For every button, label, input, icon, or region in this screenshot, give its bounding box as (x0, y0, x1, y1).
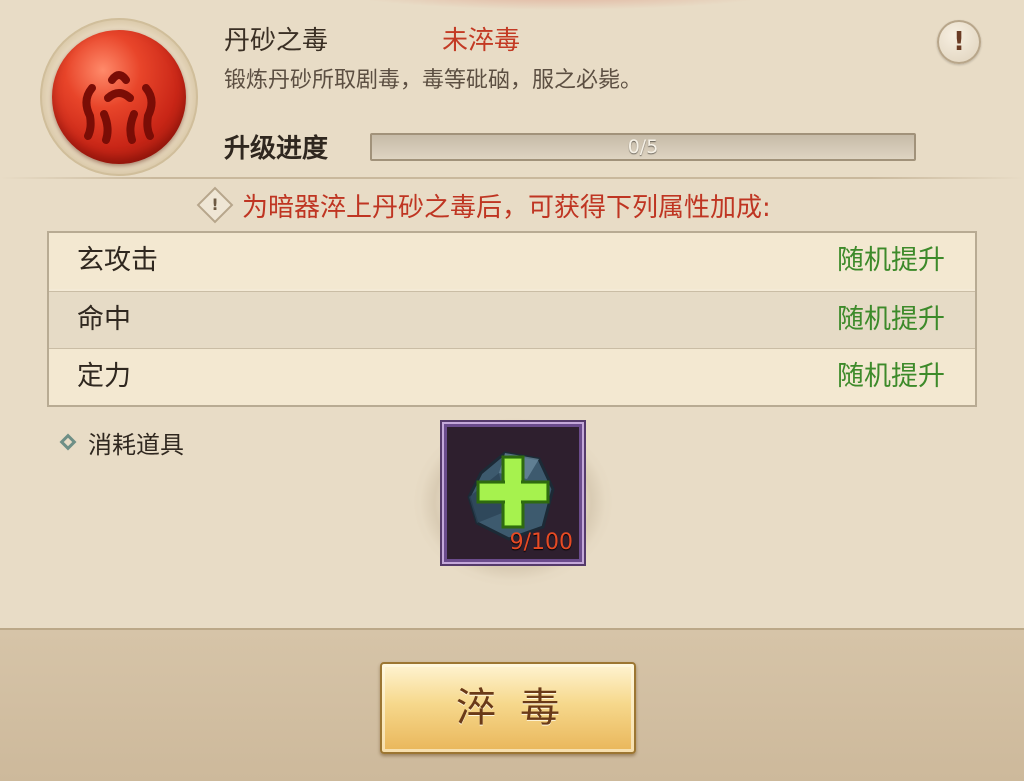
attribute-row: 命中 随机提升 (49, 291, 975, 349)
attribute-table: 玄攻击 随机提升 命中 随机提升 定力 随机提升 (47, 231, 977, 407)
consumable-item-slot[interactable]: 9/100 (444, 424, 582, 562)
attribute-value: 随机提升 (837, 304, 945, 335)
exclamation-icon: ! (953, 27, 965, 57)
attribute-value: 随机提升 (837, 245, 945, 276)
item-count: 9/100 (509, 530, 573, 555)
diamond-bullet-icon (59, 433, 77, 451)
top-glow (330, 0, 790, 10)
attribute-value: 随机提升 (837, 361, 945, 392)
divider (0, 177, 1024, 179)
progress-bar: 0/5 (370, 133, 916, 161)
attribute-name: 命中 (77, 304, 131, 335)
notice-text: 为暗器淬上丹砂之毒后，可获得下列属性加成: (242, 192, 771, 223)
progress-label: 升级进度 (224, 134, 329, 164)
notice: ! 为暗器淬上丹砂之毒后，可获得下列属性加成: (196, 186, 771, 224)
poison-emblem-icon (52, 30, 186, 164)
consumables-label: 消耗道具 (88, 430, 184, 459)
progress-text: 0/5 (627, 136, 659, 158)
info-button[interactable]: ! (937, 20, 981, 64)
poison-description: 锻炼丹砂所取剧毒，毒等砒硇，服之必毙。 (224, 68, 643, 93)
attribute-name: 玄攻击 (77, 245, 158, 276)
poison-status: 未淬毒 (442, 26, 521, 56)
consumables-header: 消耗道具 (58, 425, 184, 459)
apply-poison-button[interactable]: 淬毒 (380, 662, 636, 754)
attribute-row: 定力 随机提升 (49, 349, 975, 405)
warning-icon: ! (196, 186, 234, 224)
attribute-name: 定力 (77, 361, 131, 392)
attribute-row: 玄攻击 随机提升 (49, 233, 975, 289)
poison-name: 丹砂之毒 (224, 26, 329, 56)
